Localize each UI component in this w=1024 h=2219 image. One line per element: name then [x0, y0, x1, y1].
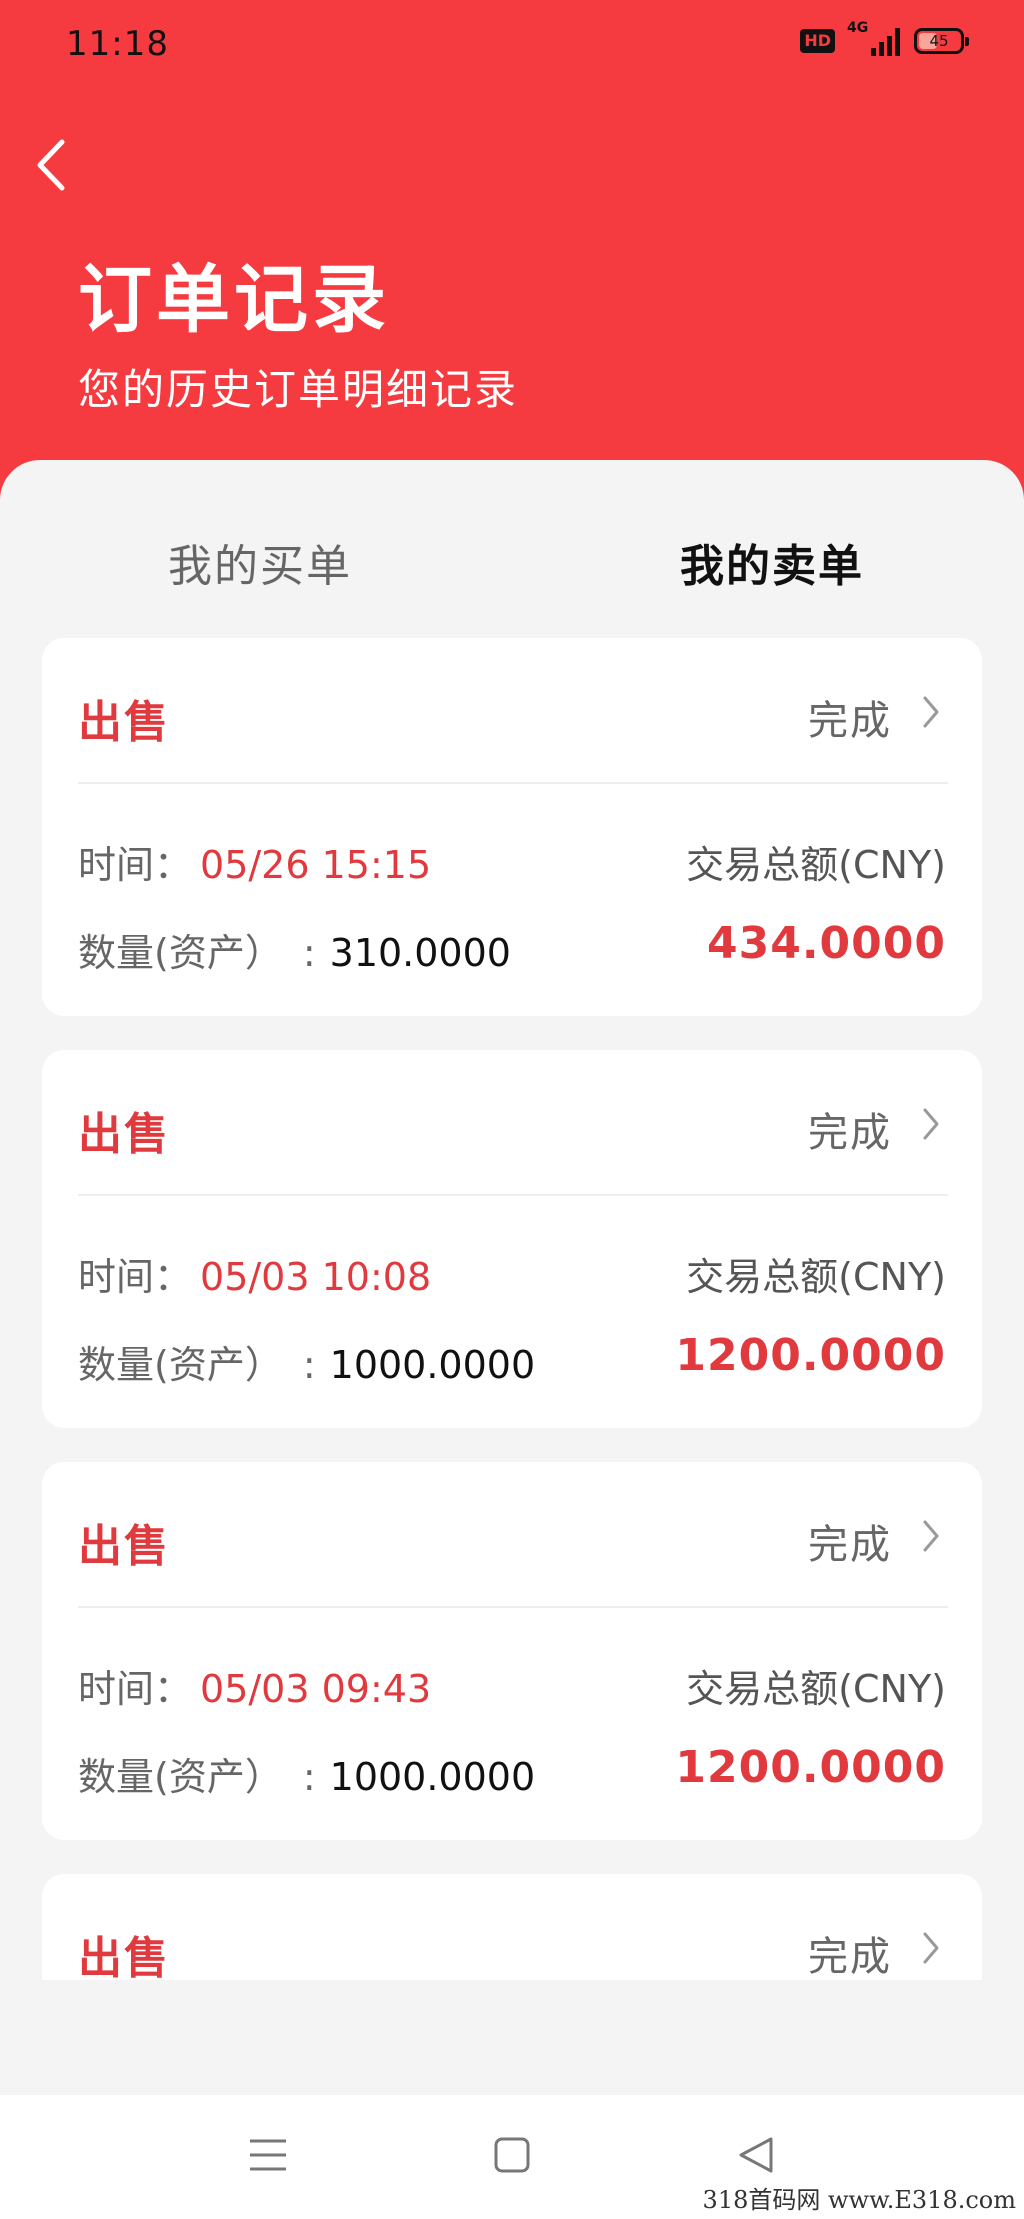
order-card[interactable]: 出售 完成 时间： 05/03 09:43 交易总额(CNY) 数量(资产）:10…	[42, 1462, 982, 1840]
order-type: 出售	[78, 1109, 170, 1160]
card-divider	[78, 1194, 948, 1196]
order-amount: 1200.0000	[675, 1330, 946, 1381]
order-time-row: 时间： 05/03 10:08	[78, 1246, 431, 1301]
signal-icon: 4G	[847, 20, 900, 56]
status-time: 11:18	[66, 24, 169, 64]
order-status: 完成	[808, 1110, 892, 1156]
card-divider	[78, 782, 948, 784]
order-type: 出售	[78, 1933, 170, 1980]
total-label: 交易总额(CNY)	[686, 1667, 946, 1711]
order-tabs: 我的买单 我的卖单	[0, 460, 1024, 640]
signal-bar-2	[879, 42, 884, 56]
order-card[interactable]: 出售 完成 时间： 05/03 10:08 交易总额(CNY) 数量(资产）:10…	[42, 1050, 982, 1428]
watermark: 318首码网 www.E318.com	[702, 2186, 1016, 2214]
tab-my-sell-orders[interactable]: 我的卖单	[680, 530, 864, 594]
chevron-right-icon	[916, 1928, 946, 1968]
order-time: 05/03 10:08	[200, 1255, 432, 1299]
signal-bar-1	[871, 48, 876, 56]
quantity-separator: :	[302, 1755, 316, 1799]
order-status: 完成	[808, 1934, 892, 1980]
chevron-right-icon	[916, 1104, 946, 1144]
menu-icon	[250, 2139, 286, 2171]
hd-icon: HD	[800, 29, 835, 53]
time-label: 时间：	[78, 843, 193, 887]
order-quantity-row: 数量(资产）:310.0000	[78, 922, 511, 977]
recent-apps-button[interactable]	[238, 2125, 298, 2185]
quantity-label: 数量(资产）	[78, 1755, 283, 1799]
order-time-row: 时间： 05/03 09:43	[78, 1658, 431, 1713]
status-icons: HD 4G 45	[800, 20, 969, 56]
square-home-icon	[494, 2137, 530, 2173]
order-time-row: 时间： 05/26 15:15	[78, 834, 431, 889]
home-button[interactable]	[482, 2125, 542, 2185]
order-status: 完成	[808, 698, 892, 744]
signal-bar-4	[895, 28, 900, 56]
quantity-separator: :	[302, 931, 316, 975]
order-card[interactable]: 出售 完成	[42, 1874, 982, 1980]
chevron-right-icon	[916, 692, 946, 732]
total-label: 交易总额(CNY)	[686, 1255, 946, 1299]
signal-bar-3	[887, 36, 892, 56]
order-quantity: 1000.0000	[329, 1343, 536, 1387]
triangle-back-icon	[739, 2137, 773, 2173]
chevron-right-icon	[916, 1516, 946, 1556]
tab-my-buy-orders[interactable]: 我的买单	[168, 530, 352, 594]
order-card[interactable]: 出售 完成 时间： 05/26 15:15 交易总额(CNY) 数量(资产）:31…	[42, 638, 982, 1016]
total-label: 交易总额(CNY)	[686, 843, 946, 887]
battery-icon: 45	[914, 28, 969, 54]
order-time: 05/03 09:43	[200, 1667, 432, 1711]
order-quantity-row: 数量(资产）:1000.0000	[78, 1334, 535, 1389]
order-quantity: 1000.0000	[329, 1755, 536, 1799]
page-subtitle: 您的历史订单明细记录	[78, 365, 519, 414]
quantity-separator: :	[302, 1343, 316, 1387]
time-label: 时间：	[78, 1255, 193, 1299]
network-type: 4G	[847, 20, 869, 36]
order-quantity: 310.0000	[329, 931, 511, 975]
order-quantity-row: 数量(资产）:1000.0000	[78, 1746, 535, 1801]
header: 11:18 HD 4G 45 订单记录 您的历史订单明细记录	[0, 0, 1024, 520]
order-time: 05/26 15:15	[200, 843, 432, 887]
page-title: 订单记录	[78, 257, 390, 343]
system-back-button[interactable]	[726, 2125, 786, 2185]
order-type: 出售	[78, 1521, 170, 1572]
chevron-left-icon	[37, 139, 65, 191]
back-button[interactable]	[26, 135, 76, 195]
quantity-label: 数量(资产）	[78, 1343, 283, 1387]
order-type: 出售	[78, 697, 170, 748]
order-status: 完成	[808, 1522, 892, 1568]
card-divider	[78, 1606, 948, 1608]
time-label: 时间：	[78, 1667, 193, 1711]
battery-label: 45	[929, 32, 949, 50]
content-panel: 我的买单 我的卖单 出售 完成 时间： 05/26 15:15 交易总额(CNY)…	[0, 460, 1024, 1980]
quantity-label: 数量(资产）	[78, 931, 283, 975]
order-amount: 1200.0000	[675, 1742, 946, 1793]
order-amount: 434.0000	[706, 918, 946, 969]
status-bar: 11:18 HD 4G 45	[0, 0, 1024, 90]
